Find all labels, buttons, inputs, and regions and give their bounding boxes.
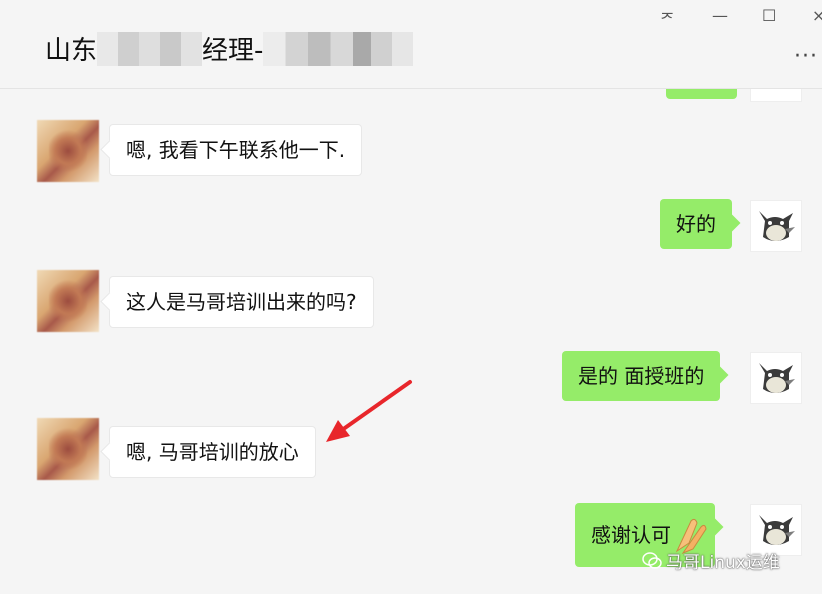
- totoro-avatar-icon: [759, 211, 795, 241]
- message-bubble-incoming[interactable]: 嗯, 马哥培训的放心: [109, 426, 316, 478]
- message-bubble-outgoing[interactable]: 是的 面授班的: [562, 351, 721, 401]
- contact-avatar[interactable]: [37, 120, 99, 182]
- close-button[interactable]: ×: [812, 6, 822, 25]
- chat-title-prefix: 山东: [45, 36, 98, 66]
- more-options-button[interactable]: ···: [794, 44, 818, 69]
- chat-header: 山东 经理- ᅎ — ☐ × ···: [0, 0, 822, 89]
- my-avatar[interactable]: [750, 352, 802, 404]
- contact-avatar[interactable]: [37, 270, 99, 332]
- message-bubble-incoming[interactable]: 这人是马哥培训出来的吗?: [109, 276, 374, 328]
- pin-button[interactable]: ᅎ: [660, 6, 675, 30]
- totoro-avatar-icon: [759, 363, 795, 393]
- message-text: 感谢认可: [591, 523, 671, 547]
- red-arrow-annotation: [326, 380, 412, 442]
- watermark-text: 马哥Linux运维: [666, 553, 780, 573]
- previous-bubble-partial: [666, 89, 737, 99]
- message-bubble-incoming[interactable]: 嗯, 我看下午联系他一下.: [109, 124, 363, 176]
- minimize-button[interactable]: —: [712, 6, 728, 25]
- previous-avatar-partial: [750, 89, 802, 102]
- chat-title-suffix: 经理-: [202, 36, 264, 66]
- maximize-button[interactable]: ☐: [762, 6, 776, 25]
- totoro-avatar-icon: [759, 515, 795, 545]
- contact-avatar[interactable]: [37, 418, 99, 480]
- redacted-company-blur: [263, 31, 414, 66]
- wechat-logo-icon: [642, 551, 662, 569]
- watermark: 马哥Linux运维: [642, 548, 780, 573]
- message-bubble-outgoing[interactable]: 好的: [660, 199, 732, 249]
- redacted-name-blur: [97, 31, 203, 66]
- chat-title: 山东 经理-: [45, 30, 414, 67]
- my-avatar[interactable]: [750, 200, 802, 252]
